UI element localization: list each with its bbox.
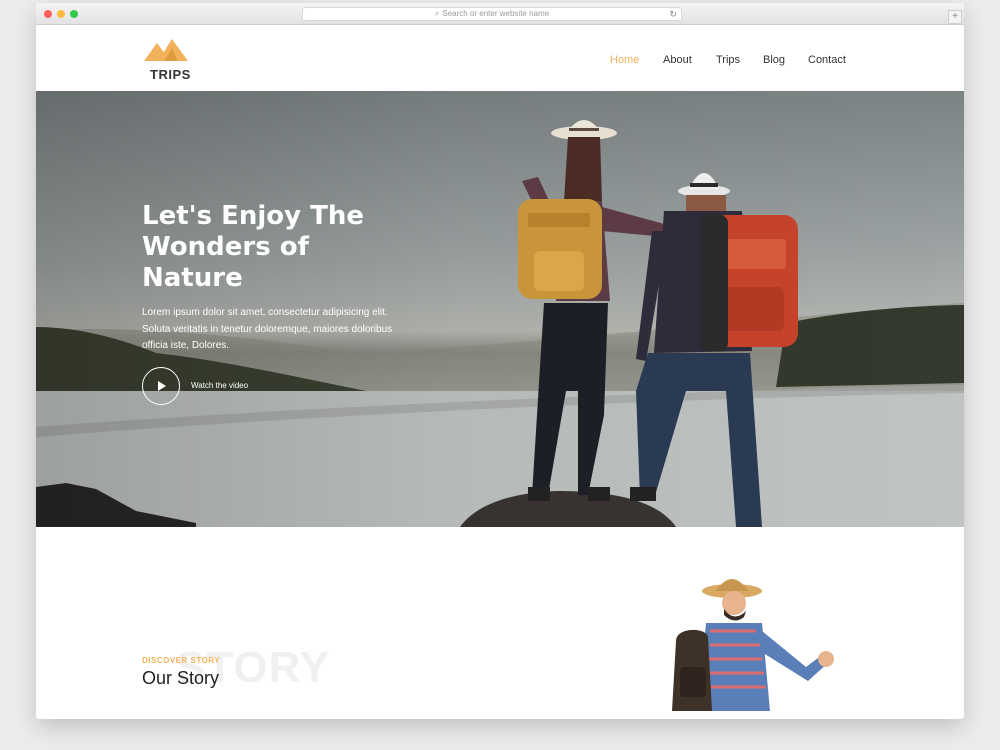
address-bar[interactable]: ⌕ Search or enter website name ↻ <box>302 7 682 21</box>
hero-title-line: Nature <box>142 263 243 293</box>
hero-text-line: Lorem ipsum dolor sit amet, consectetur … <box>142 307 388 318</box>
story-section: STORY DISCOVER STORY Our Story <box>36 527 964 719</box>
nav-trips[interactable]: Trips <box>716 54 740 66</box>
hero-section: Let's Enjoy The Wonders of Nature Lorem … <box>36 91 964 527</box>
story-eyebrow: DISCOVER STORY <box>142 656 221 665</box>
play-video-button[interactable] <box>142 367 180 405</box>
hero-title-line: Wonders of <box>142 232 309 262</box>
browser-window: ⌕ Search or enter website name ↻ TRIPS Ho… <box>36 3 964 719</box>
watch-video-link[interactable]: Watch the video <box>191 381 248 390</box>
address-placeholder: Search or enter website name <box>442 9 550 18</box>
maximize-window-button[interactable] <box>70 10 78 18</box>
browser-titlebar: ⌕ Search or enter website name ↻ <box>36 3 964 25</box>
nav-blog[interactable]: Blog <box>763 54 785 66</box>
nav-about[interactable]: About <box>663 54 692 66</box>
new-tab-button[interactable]: + <box>948 10 962 24</box>
hero-text-line: officia iste, Dolores. <box>142 340 230 351</box>
minimize-window-button[interactable] <box>57 10 65 18</box>
close-window-button[interactable] <box>44 10 52 18</box>
site-header: TRIPS Home About Trips Blog Contact <box>36 25 964 91</box>
hero-title-line: Let's Enjoy The <box>142 201 365 231</box>
story-title: Our Story <box>142 668 220 688</box>
reload-icon[interactable]: ↻ <box>669 8 677 20</box>
brand-name[interactable]: TRIPS <box>150 67 191 82</box>
play-icon <box>158 381 166 391</box>
hero-description: Lorem ipsum dolor sit amet, consectetur … <box>142 305 432 355</box>
hero-title: Let's Enjoy The Wonders of Nature <box>142 201 442 294</box>
hero-text-line: Soluta veritatis in tenetur doloremque, … <box>142 323 393 335</box>
traveler-image <box>672 579 834 711</box>
nav-contact[interactable]: Contact <box>808 54 846 66</box>
nav-home[interactable]: Home <box>610 54 639 66</box>
search-icon: ⌕ <box>434 9 440 18</box>
